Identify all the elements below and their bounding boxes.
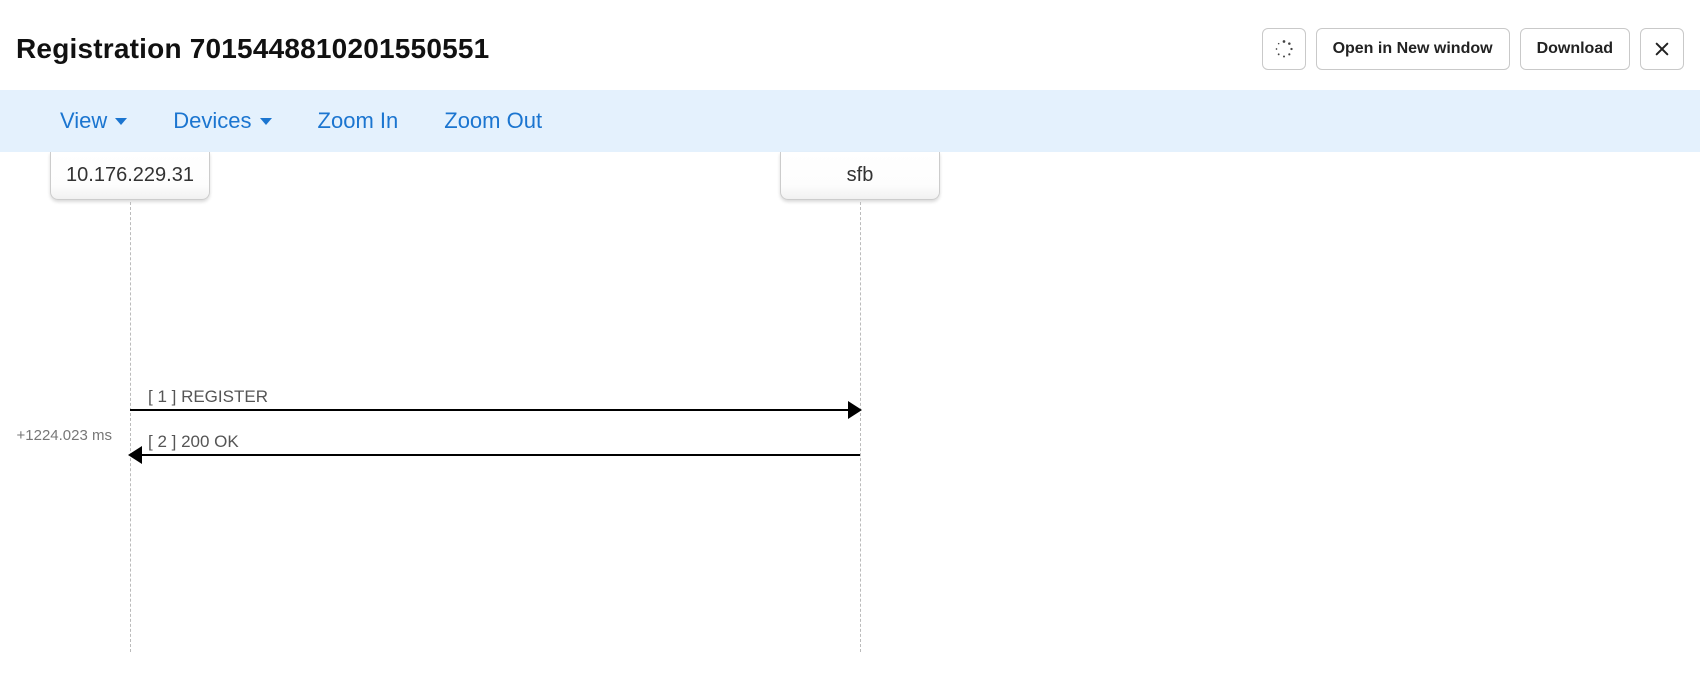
open-new-window-button[interactable]: Open in New window	[1316, 28, 1510, 70]
caret-down-icon	[260, 118, 272, 125]
message-2-label: [ 2 ] 200 OK	[130, 432, 860, 452]
arrow-right-icon	[130, 409, 860, 411]
message-2[interactable]: [ 2 ] 200 OK	[130, 432, 860, 456]
menu-zoom-out-label: Zoom Out	[444, 108, 542, 134]
menu-view-label: View	[60, 108, 107, 134]
lifeline-left	[130, 202, 131, 652]
menu-zoom-in-label: Zoom In	[318, 108, 399, 134]
menu-view[interactable]: View	[60, 108, 127, 134]
page-title: Registration 7015448810201550551	[16, 33, 489, 65]
arrow-left-icon	[130, 454, 860, 456]
menu-zoom-out[interactable]: Zoom Out	[444, 108, 542, 134]
menu-zoom-in[interactable]: Zoom In	[318, 108, 399, 134]
spinner-icon	[1274, 39, 1294, 59]
menu-devices-label: Devices	[173, 108, 251, 134]
sequence-diagram: 10.176.229.31 sfb [ 1 ] REGISTER +1224.0…	[0, 152, 1700, 652]
timestamp-2: +1224.023 ms	[0, 427, 112, 444]
message-1[interactable]: [ 1 ] REGISTER	[130, 387, 860, 411]
caret-down-icon	[115, 118, 127, 125]
loading-button[interactable]	[1262, 28, 1306, 70]
download-button[interactable]: Download	[1520, 28, 1630, 70]
actor-right[interactable]: sfb	[780, 152, 940, 200]
message-1-label: [ 1 ] REGISTER	[130, 387, 860, 407]
actor-left[interactable]: 10.176.229.31	[50, 152, 210, 200]
menu-devices[interactable]: Devices	[173, 108, 271, 134]
header-bar: Registration 7015448810201550551	[0, 0, 1700, 90]
lifeline-right	[860, 202, 861, 652]
close-icon	[1654, 41, 1670, 57]
close-button[interactable]	[1640, 28, 1684, 70]
header-actions: Open in New window Download	[1262, 28, 1684, 70]
toolbar: View Devices Zoom In Zoom Out	[0, 90, 1700, 152]
